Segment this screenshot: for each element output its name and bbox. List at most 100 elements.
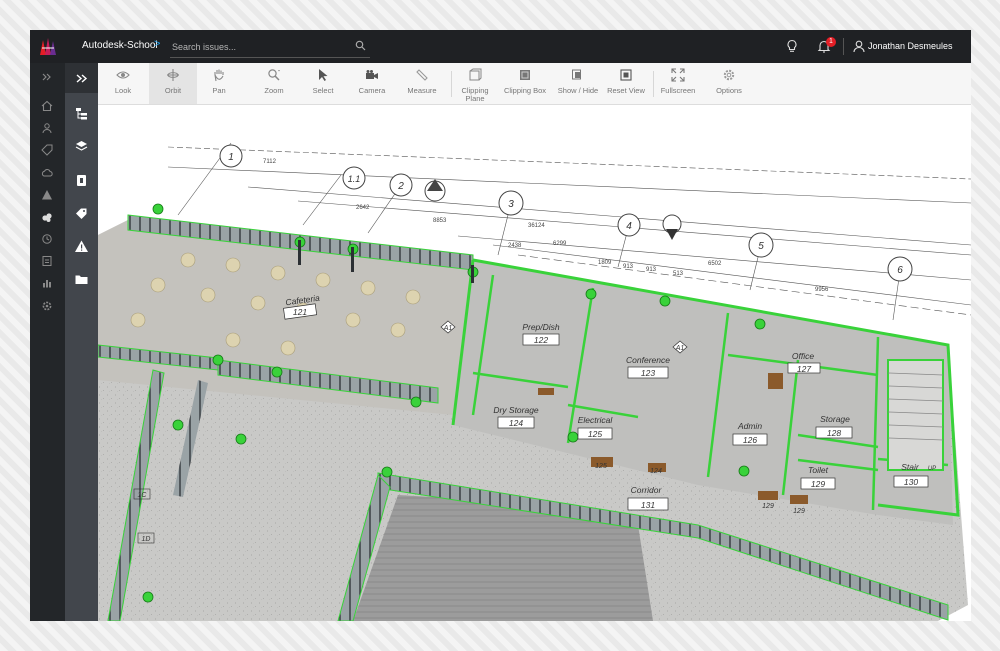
svg-text:Prep/Dish: Prep/Dish bbox=[522, 322, 560, 332]
tool-reset-view[interactable]: Reset View bbox=[606, 63, 646, 104]
history-icon[interactable] bbox=[41, 233, 53, 245]
svg-text:6502: 6502 bbox=[708, 261, 722, 267]
camera-icon bbox=[366, 70, 378, 79]
model-canvas[interactable]: 1 1.1 2 3 4 5 6 7112 2642 8853 36124 243… bbox=[98, 105, 971, 621]
svg-text:2642: 2642 bbox=[356, 205, 370, 211]
tool-label: Clipping Plane bbox=[461, 86, 489, 103]
model-browser-icon[interactable] bbox=[41, 211, 53, 223]
eye-icon bbox=[116, 71, 130, 79]
svg-text:513: 513 bbox=[673, 271, 684, 277]
user-icon[interactable] bbox=[852, 39, 866, 53]
cloud-icon[interactable] bbox=[41, 167, 53, 179]
tool-label: Zoom bbox=[264, 86, 284, 95]
section-marker-icon[interactable] bbox=[662, 214, 682, 240]
svg-text:913: 913 bbox=[646, 267, 657, 273]
svg-text:1809: 1809 bbox=[598, 260, 612, 266]
tool-clipping-plane[interactable]: Clipping Plane bbox=[455, 63, 495, 104]
tool-show-hide[interactable]: Show / Hide bbox=[554, 63, 602, 104]
tool-label: Pan bbox=[212, 86, 226, 95]
tool-label: Reset View bbox=[607, 86, 645, 95]
clipping-plane-icon bbox=[469, 68, 482, 81]
clipping-box-icon bbox=[520, 70, 530, 80]
properties-icon[interactable] bbox=[74, 173, 89, 188]
search-input[interactable] bbox=[170, 39, 354, 55]
viewer-toolbar: Look Orbit Pan Zoom Select Camera Measur… bbox=[98, 63, 971, 105]
grid-bubble[interactable]: 2 bbox=[389, 173, 413, 197]
lightbulb-icon[interactable] bbox=[785, 39, 799, 53]
app-window: Autodesk-School > 1 Jonathan Desmeules bbox=[30, 30, 971, 621]
grid-bubble[interactable]: 1 bbox=[219, 144, 243, 168]
grid-bubble[interactable]: 6 bbox=[887, 256, 913, 282]
tool-camera[interactable]: Camera bbox=[351, 63, 393, 104]
reset-view-icon bbox=[620, 69, 632, 81]
tool-label: Camera bbox=[358, 86, 386, 95]
layers-icon[interactable] bbox=[74, 139, 89, 154]
svg-text:1.1: 1.1 bbox=[348, 174, 361, 184]
svg-text:1: 1 bbox=[228, 152, 234, 163]
tool-zoom[interactable]: Zoom bbox=[253, 63, 295, 104]
viewer-sidebar bbox=[65, 63, 98, 621]
svg-text:6299: 6299 bbox=[553, 241, 567, 247]
svg-text:913: 913 bbox=[623, 264, 634, 270]
tag-marker[interactable]: 129 bbox=[793, 508, 805, 515]
tool-label: Orbit bbox=[164, 86, 182, 95]
tool-fullscreen[interactable]: Fullscreen bbox=[657, 63, 699, 104]
tags-icon[interactable] bbox=[74, 206, 89, 221]
double-chevron-icon[interactable] bbox=[74, 71, 89, 86]
model-tree-icon[interactable] bbox=[74, 106, 89, 121]
bar-chart-icon[interactable] bbox=[41, 277, 53, 289]
tool-select[interactable]: Select bbox=[305, 63, 341, 104]
grid-bubble[interactable]: 4 bbox=[617, 213, 641, 237]
people-icon[interactable] bbox=[41, 122, 53, 134]
issues-warning-icon[interactable] bbox=[74, 239, 89, 254]
elevation-marker-icon[interactable] bbox=[424, 179, 446, 202]
grid-bubble[interactable]: 1.1 bbox=[342, 166, 366, 190]
tool-clipping-box[interactable]: Clipping Box bbox=[501, 63, 549, 104]
tag-marker[interactable]: 125 bbox=[595, 463, 607, 470]
search-icon[interactable] bbox=[355, 40, 366, 51]
svg-text:Dry Storage: Dry Storage bbox=[493, 405, 539, 415]
room-cafeteria[interactable]: Cafeteria121 bbox=[283, 293, 321, 320]
svg-text:2438: 2438 bbox=[508, 243, 522, 249]
autodesk-logo-icon[interactable] bbox=[38, 36, 58, 57]
svg-text:Conference: Conference bbox=[626, 355, 670, 365]
breadcrumb-separator: > bbox=[154, 38, 161, 50]
stair bbox=[887, 359, 944, 471]
svg-text:Admin: Admin bbox=[737, 421, 762, 431]
folder-icon[interactable] bbox=[74, 272, 89, 287]
svg-text:2: 2 bbox=[397, 181, 404, 192]
zoom-icon bbox=[268, 69, 280, 81]
svg-text:8853: 8853 bbox=[433, 218, 447, 224]
report-icon[interactable] bbox=[41, 255, 53, 267]
tool-orbit[interactable]: Orbit bbox=[149, 63, 197, 104]
model-viewport[interactable]: 1 1.1 2 3 4 5 6 7112 2642 8853 36124 243… bbox=[98, 105, 971, 621]
settings-icon[interactable] bbox=[41, 300, 53, 312]
grid-bubble[interactable]: 5 bbox=[748, 232, 774, 258]
svg-text:A1: A1 bbox=[443, 325, 453, 332]
svg-text:124: 124 bbox=[650, 468, 662, 475]
tag-marker[interactable]: 129 bbox=[762, 503, 774, 510]
user-name[interactable]: Jonathan Desmeules bbox=[868, 41, 953, 51]
tool-pan[interactable]: Pan bbox=[202, 63, 236, 104]
svg-text:128: 128 bbox=[827, 428, 841, 438]
toolbar-separator bbox=[653, 71, 654, 97]
svg-text:125: 125 bbox=[595, 463, 607, 470]
expand-chevrons-icon[interactable] bbox=[41, 71, 53, 83]
svg-text:36124: 36124 bbox=[528, 223, 545, 229]
grid-bubble[interactable]: 3 bbox=[498, 190, 524, 216]
svg-text:1C: 1C bbox=[138, 492, 148, 499]
tool-options[interactable]: Options bbox=[708, 63, 750, 104]
svg-text:122: 122 bbox=[534, 335, 548, 345]
tag-icon[interactable] bbox=[41, 144, 53, 156]
tool-measure[interactable]: Measure bbox=[401, 63, 443, 104]
home-icon[interactable] bbox=[41, 100, 53, 112]
project-name[interactable]: Autodesk-School bbox=[82, 40, 158, 51]
warning-icon[interactable] bbox=[41, 189, 53, 201]
svg-text:129: 129 bbox=[793, 508, 805, 515]
notification-badge: 1 bbox=[826, 37, 836, 47]
tool-look[interactable]: Look bbox=[106, 63, 140, 104]
primary-sidebar bbox=[30, 63, 65, 621]
hand-icon bbox=[214, 69, 224, 82]
tag-marker[interactable]: 124 bbox=[650, 468, 662, 475]
svg-text:A1: A1 bbox=[675, 345, 685, 352]
